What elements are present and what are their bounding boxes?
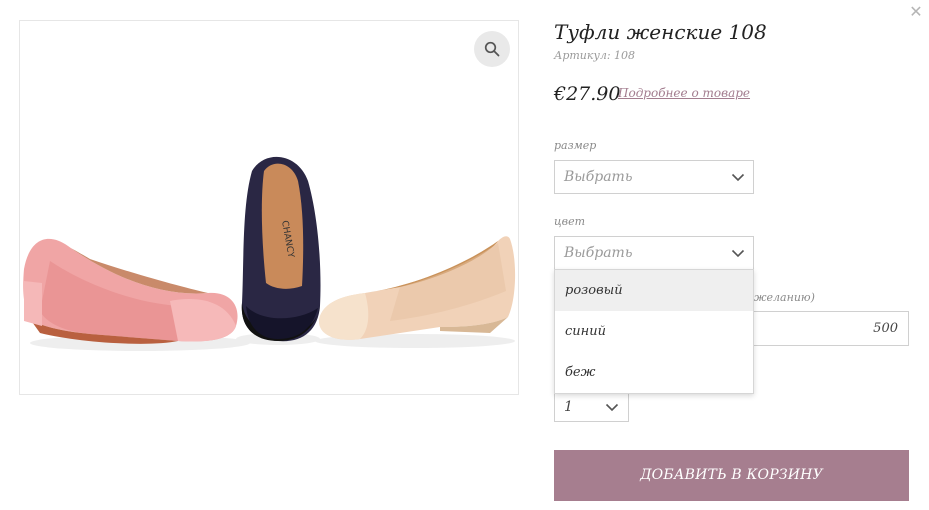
color-option[interactable]: синий [555, 311, 753, 352]
chevron-down-icon [731, 249, 745, 258]
chevron-down-icon [731, 173, 745, 182]
close-icon[interactable]: ✕ [906, 2, 926, 22]
color-label: цвет [554, 215, 586, 228]
quantity-select[interactable]: 1 [554, 393, 629, 422]
product-title: Туфли женские 108 [554, 20, 767, 44]
chevron-down-icon [605, 403, 619, 412]
add-to-cart-button[interactable]: ДОБАВИТЬ В КОРЗИНУ [554, 450, 909, 501]
color-option[interactable]: розовый [555, 270, 753, 311]
size-label: размер [554, 139, 597, 152]
product-details-link[interactable]: Подробнее о товаре [618, 86, 750, 100]
color-dropdown: розовый синий беж [554, 269, 754, 394]
beige-shoe [315, 236, 516, 348]
zoom-button[interactable] [474, 31, 510, 67]
color-select[interactable]: Выбрать [554, 236, 754, 270]
color-select-value: Выбрать [564, 245, 633, 261]
product-image-frame: CHANCY [19, 20, 519, 395]
product-image: CHANCY [23, 156, 516, 351]
amount-label: желанию) [754, 291, 815, 304]
amount-input[interactable] [754, 311, 909, 346]
quantity-value: 1 [564, 399, 573, 415]
product-price: €27.90 [554, 83, 621, 105]
size-select[interactable]: Выбрать [554, 160, 754, 194]
size-select-value: Выбрать [564, 169, 633, 185]
magnifier-icon [484, 41, 500, 57]
color-option[interactable]: беж [555, 352, 753, 393]
product-sku: Артикул: 108 [554, 49, 636, 62]
pink-shoe [23, 238, 250, 351]
navy-shoe: CHANCY [236, 156, 321, 345]
